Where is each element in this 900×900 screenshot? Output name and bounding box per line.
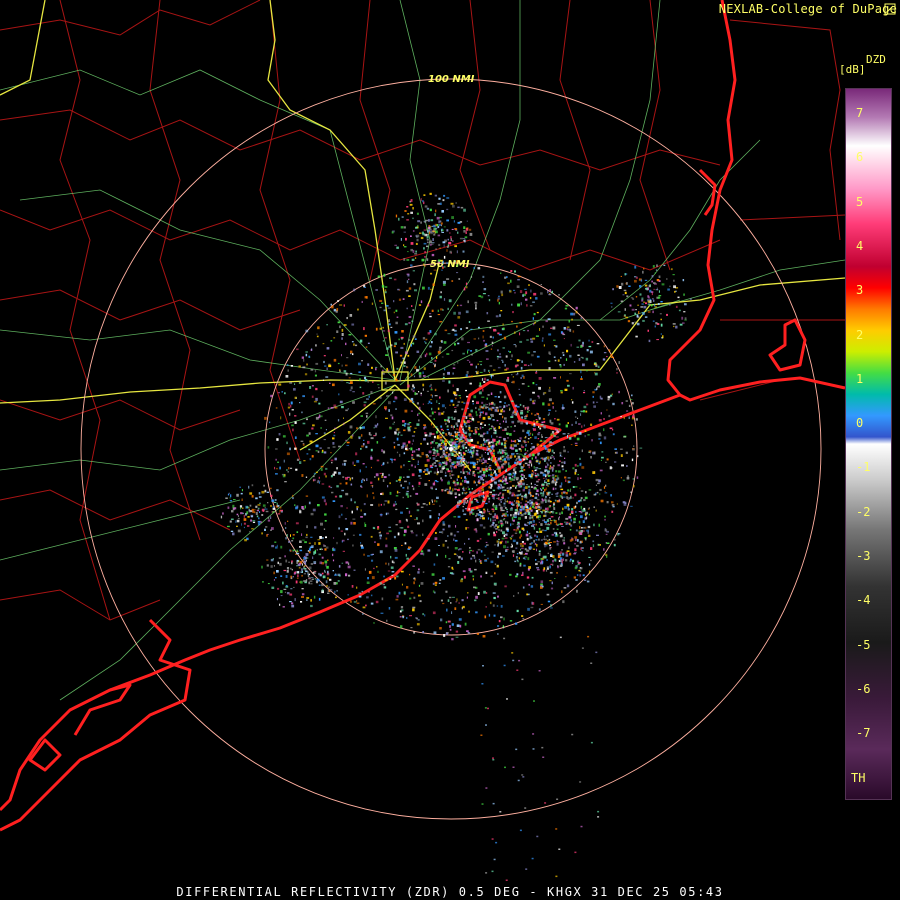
colorbar-label: -2: [856, 504, 871, 519]
colorbar-label: 5: [856, 194, 864, 209]
colorbar-label: TH: [851, 771, 866, 785]
colorbar-unit: [dB]: [839, 63, 866, 76]
colorbar-label: 3: [856, 283, 864, 298]
colorbar-label: 2: [856, 327, 864, 342]
colorbar-label: -3: [856, 549, 871, 563]
colorbar-title: DZD: [866, 53, 886, 66]
colorbar-label: 1: [856, 371, 864, 386]
colorbar-label: -4: [856, 593, 871, 608]
credit-label: NEXLAB-College of DuPage: [718, 2, 897, 16]
colorbar-label: 7: [856, 106, 864, 120]
colorbar-label: -7: [856, 726, 871, 741]
colorbar-label: -6: [856, 681, 871, 696]
colorbar-label: -5: [856, 637, 871, 652]
colorbar-label: 0: [856, 416, 864, 431]
radar-map: 100 NMI 50 NMI: [0, 0, 900, 900]
radar-site-icon: [449, 447, 453, 451]
ring-label-100nmi: 100 NMI: [428, 74, 475, 85]
ring-label-50nmi: 50 NMI: [430, 259, 470, 270]
product-caption: DIFFERENTIAL REFLECTIVITY (ZDR) 0.5 DEG …: [176, 885, 724, 899]
colorbar-label: -1: [856, 460, 871, 475]
colorbar-label: 4: [856, 238, 864, 253]
colorbar-label: 6: [856, 150, 864, 165]
